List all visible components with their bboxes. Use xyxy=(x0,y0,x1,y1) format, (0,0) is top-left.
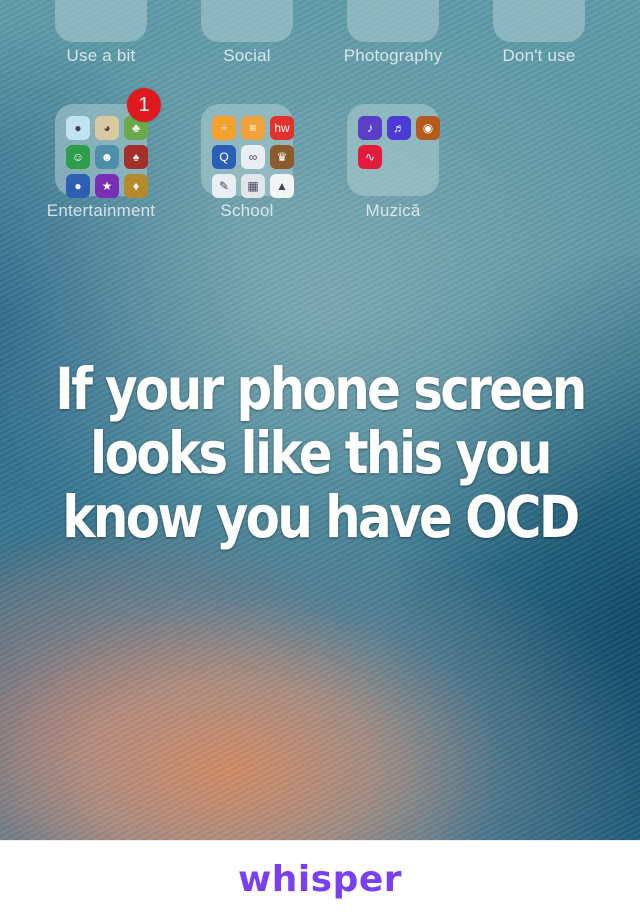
notification-badge: 1 xyxy=(127,88,161,122)
whisper-footer: whisper xyxy=(0,840,640,920)
homework-icon[interactable]: hw xyxy=(270,116,294,140)
folder-box[interactable]: ➤◉▢ xyxy=(493,0,585,42)
game-1-icon[interactable]: ● xyxy=(66,116,90,140)
game-8-icon[interactable]: ★ xyxy=(95,174,119,198)
game-5-icon[interactable]: ☻ xyxy=(95,145,119,169)
folder-box[interactable]: ♪ ♬ ◉ ∿ xyxy=(347,104,440,196)
caption-line-1: If your phone screen xyxy=(55,355,587,423)
karaoke-icon[interactable]: ♬ xyxy=(387,116,411,140)
game-2-icon[interactable]: ◕ xyxy=(95,116,119,140)
pencil-icon[interactable]: ✎ xyxy=(212,174,236,198)
classroom-icon[interactable]: ♛ xyxy=(270,145,294,169)
folder-label: Muzică xyxy=(365,201,421,220)
piano-icon[interactable]: ♪ xyxy=(358,116,382,140)
folder-box[interactable]: ÷ ≡ hw Q ∞ ♛ ✎ ▦ ▲ xyxy=(201,104,294,198)
quizlet-icon[interactable]: Q xyxy=(212,145,236,169)
whisper-logo[interactable]: whisper xyxy=(238,859,402,900)
drive-icon[interactable]: ▲ xyxy=(270,174,294,198)
game-4-icon[interactable]: ☺ xyxy=(66,145,90,169)
folder-box[interactable]: ◀◎▤ xyxy=(347,0,439,42)
caption-line-2: looks like this you xyxy=(90,419,552,487)
caption-line-3: know you have OCD xyxy=(62,483,580,551)
folder-label: Don't use xyxy=(502,46,576,65)
folder-box[interactable]: ▶▦✆ xyxy=(201,0,293,42)
notes-stack-icon[interactable]: ≡ xyxy=(241,116,265,140)
game-7-icon[interactable]: ● xyxy=(66,174,90,198)
game-6-icon[interactable]: ♠ xyxy=(124,145,148,169)
guitar-icon[interactable]: ◉ xyxy=(416,116,440,140)
folder-box[interactable]: ⚙A♫ xyxy=(55,0,147,42)
flashcards-icon[interactable]: ▦ xyxy=(241,174,265,198)
caption-text: If your phone screen looks like this you… xyxy=(45,357,595,549)
game-9-icon[interactable]: ♦ xyxy=(124,174,148,198)
infinity-icon[interactable]: ∞ xyxy=(241,145,265,169)
music-recognizer-icon[interactable]: ∿ xyxy=(358,145,382,169)
calculator-icon[interactable]: ÷ xyxy=(212,116,236,140)
